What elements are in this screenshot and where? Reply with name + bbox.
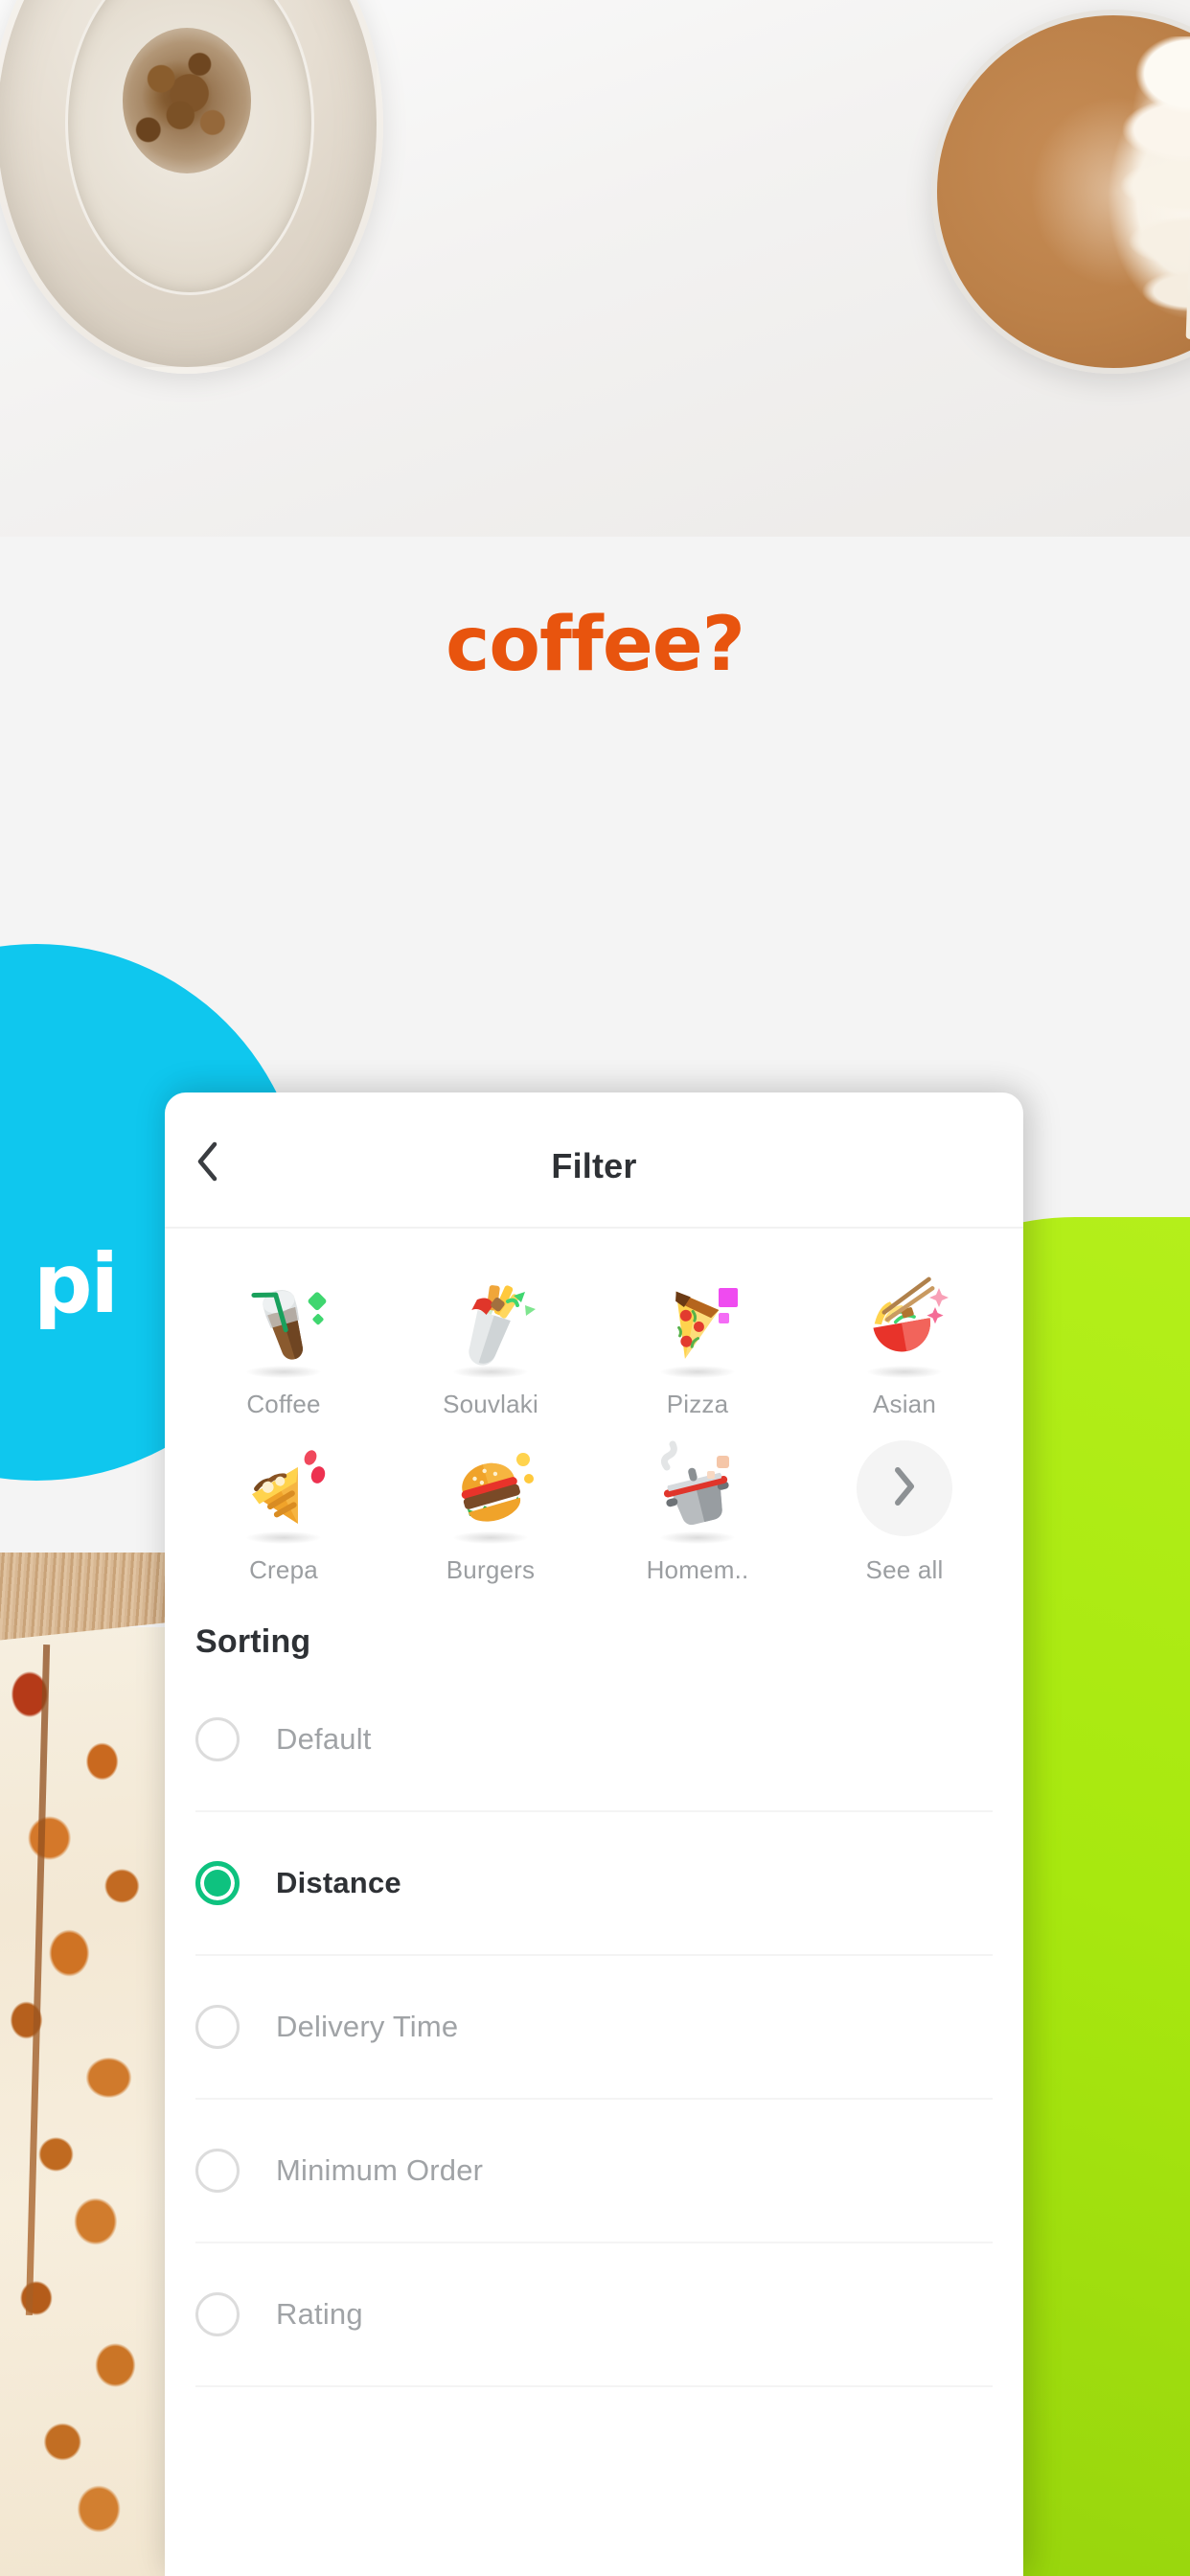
pizza-cheese bbox=[0, 1627, 165, 2576]
icon-shadow bbox=[660, 1531, 735, 1544]
see-all-circle[interactable] bbox=[857, 1440, 952, 1536]
radio-unchecked-icon[interactable] bbox=[195, 2292, 240, 2336]
pizza-slice-icon bbox=[640, 1265, 755, 1380]
icon-shadow bbox=[453, 1366, 528, 1378]
card-header: Filter bbox=[165, 1092, 1023, 1229]
category-item-souvlaki[interactable]: Souvlaki bbox=[387, 1265, 594, 1419]
souvlaki-wrap-icon bbox=[433, 1265, 548, 1380]
see-all-button[interactable] bbox=[847, 1431, 962, 1546]
category-label: Asian bbox=[872, 1390, 937, 1418]
chevron-right-icon bbox=[892, 1465, 917, 1512]
icon-shadow bbox=[246, 1531, 321, 1544]
category-grid: Coffee Souvlaki Pizza Asian Crepa Burger… bbox=[165, 1229, 1023, 1595]
sorting-options-list: Default Distance Delivery Time Minimum O… bbox=[165, 1668, 1023, 2387]
noodle-bowl-icon bbox=[847, 1265, 962, 1380]
latte-leaf-art bbox=[1099, 36, 1190, 347]
sort-option-default[interactable]: Default bbox=[195, 1668, 993, 1812]
sort-option-label: Rating bbox=[276, 2297, 363, 2331]
icon-shadow bbox=[867, 1366, 942, 1378]
category-label: Pizza bbox=[666, 1390, 729, 1418]
sort-option-label: Default bbox=[276, 1722, 372, 1756]
category-item-homemade[interactable]: Homem.. bbox=[594, 1431, 801, 1585]
category-label: Crepa bbox=[249, 1555, 318, 1584]
category-label: Homem.. bbox=[646, 1555, 749, 1584]
icon-shadow bbox=[453, 1531, 528, 1544]
category-label: Coffee bbox=[246, 1390, 321, 1418]
burger-icon bbox=[433, 1431, 548, 1546]
sort-option-label: Distance bbox=[276, 1866, 401, 1899]
radio-unchecked-icon[interactable] bbox=[195, 2005, 240, 2049]
cyan-word-label: pi bbox=[34, 1236, 119, 1332]
icon-shadow bbox=[660, 1366, 735, 1378]
latte-art-cup-photo bbox=[931, 10, 1190, 374]
category-label: Burgers bbox=[446, 1555, 536, 1584]
category-item-pizza[interactable]: Pizza bbox=[594, 1265, 801, 1419]
category-item-asian[interactable]: Asian bbox=[801, 1265, 1008, 1419]
icon-shadow bbox=[246, 1366, 321, 1378]
pizza-closeup-photo bbox=[0, 1552, 165, 2576]
page-title: Filter bbox=[551, 1146, 637, 1185]
crepe-icon bbox=[226, 1431, 341, 1546]
sort-option-label: Delivery Time bbox=[276, 2010, 459, 2043]
category-item-burgers[interactable]: Burgers bbox=[387, 1431, 594, 1585]
radio-unchecked-icon[interactable] bbox=[195, 2149, 240, 2193]
sorting-section-title: Sorting bbox=[195, 1623, 311, 1660]
headline-coffee: coffee? bbox=[446, 602, 745, 688]
sort-option-minimum-order[interactable]: Minimum Order bbox=[195, 2100, 993, 2243]
category-label: Souvlaki bbox=[443, 1390, 538, 1418]
sort-option-delivery-time[interactable]: Delivery Time bbox=[195, 1956, 993, 2100]
category-item-crepa[interactable]: Crepa bbox=[180, 1431, 387, 1585]
radio-checked-icon[interactable] bbox=[195, 1861, 240, 1905]
sort-option-rating[interactable]: Rating bbox=[195, 2243, 993, 2387]
category-item-coffee[interactable]: Coffee bbox=[180, 1265, 387, 1419]
sort-option-label: Minimum Order bbox=[276, 2153, 484, 2187]
sort-option-distance[interactable]: Distance bbox=[195, 1812, 993, 1956]
iced-coffee-icon bbox=[226, 1265, 341, 1380]
screen-root: coffee? pi Filter Coffee Souvlaki Pizza … bbox=[0, 0, 1190, 2576]
iced-coffee-frappe-photo bbox=[0, 0, 383, 374]
filter-card: Filter Coffee Souvlaki Pizza Asian Crepa… bbox=[165, 1092, 1023, 2576]
category-label: See all bbox=[865, 1555, 944, 1584]
category-item-see-all[interactable]: See all bbox=[801, 1431, 1008, 1585]
top-photo-band bbox=[0, 0, 1190, 537]
cooking-pot-icon bbox=[640, 1431, 755, 1546]
radio-unchecked-icon[interactable] bbox=[195, 1717, 240, 1761]
